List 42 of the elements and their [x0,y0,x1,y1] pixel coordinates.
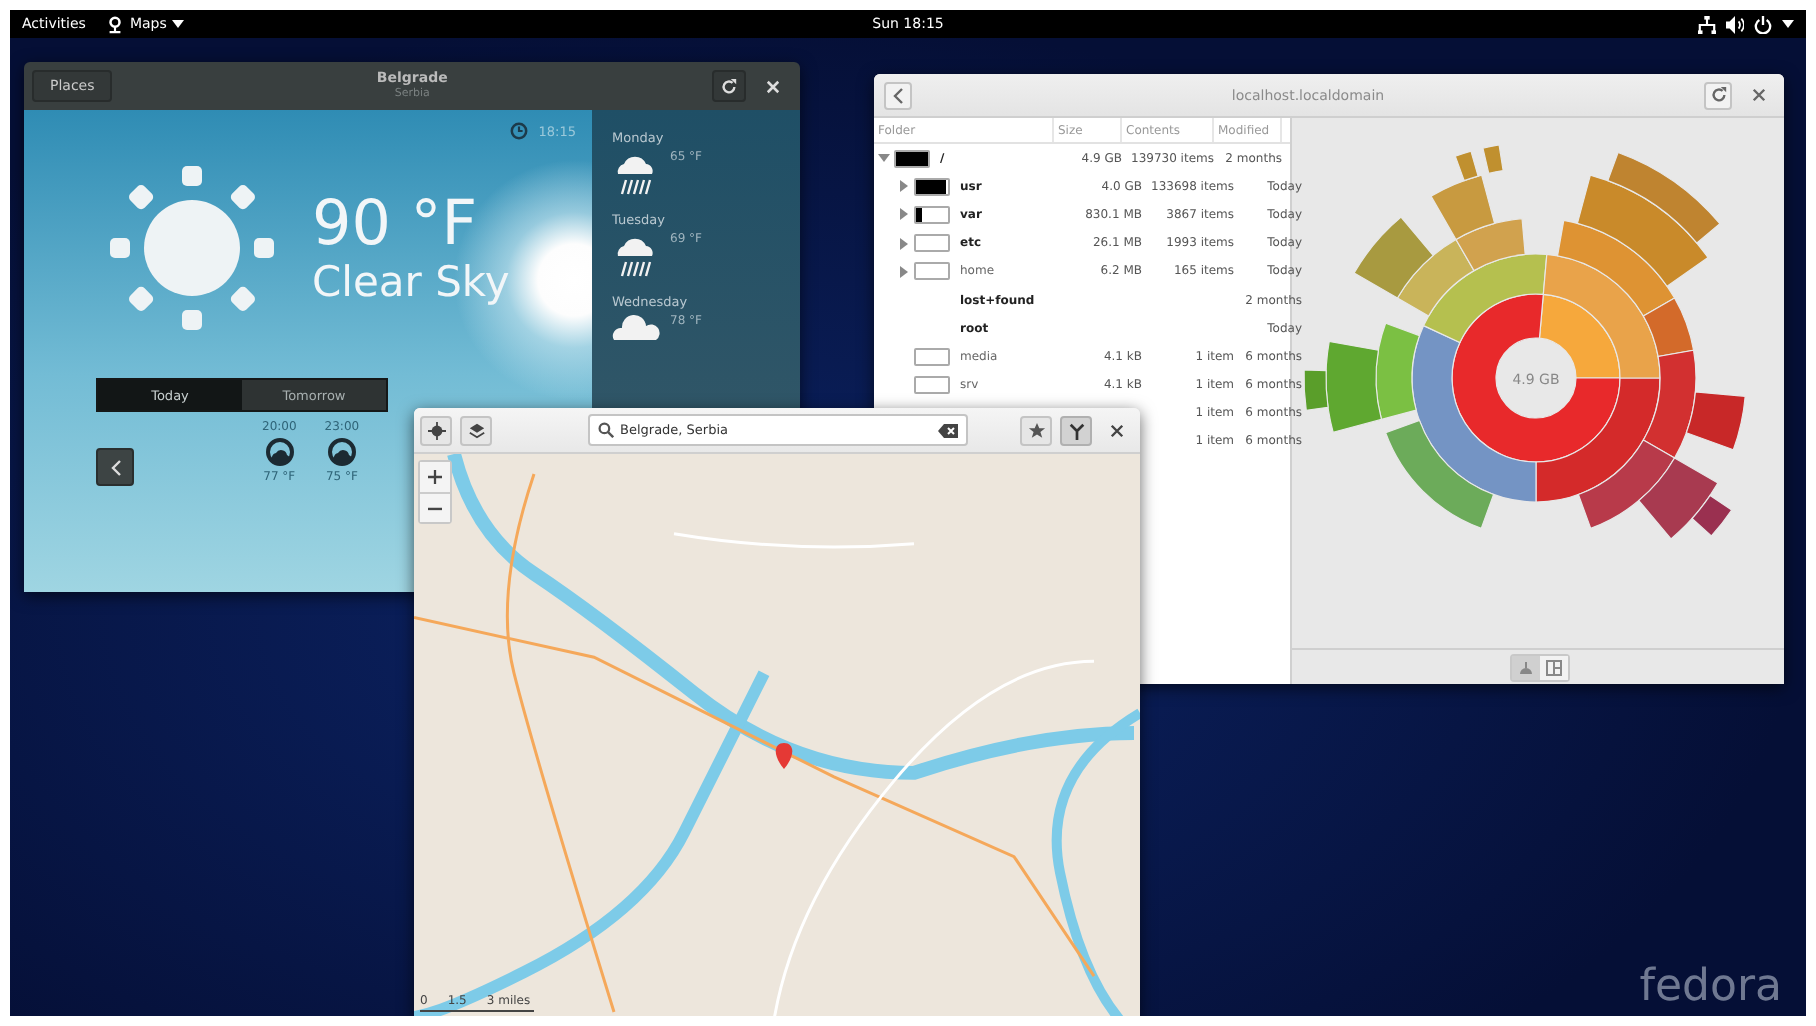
expanded-arrow-icon[interactable] [878,152,890,165]
star-icon [1027,421,1045,439]
sunburst-segment [1576,174,1709,287]
temperature: 90 °F [312,189,480,259]
night-cloud-icon [327,437,356,465]
favorite-button[interactable] [1020,415,1052,445]
collapsed-arrow-icon[interactable] [898,237,910,250]
collapsed-arrow-icon[interactable] [898,265,910,278]
network-icon[interactable] [1698,15,1716,33]
caret-icon[interactable] [1782,20,1794,28]
layers-icon [467,421,485,439]
sun-icon [108,164,276,332]
route-button[interactable] [1060,415,1092,445]
clear-icon[interactable] [938,423,958,437]
treemap-icon [1545,659,1561,675]
back-button[interactable] [96,448,134,486]
refresh-icon [1709,86,1727,104]
plus-icon [428,470,442,484]
crosshair-icon [427,421,445,439]
map-pin-icon [105,15,124,33]
sunburst-segment [1607,151,1721,244]
collapsed-arrow-icon[interactable] [898,208,910,221]
search-icon [598,422,614,438]
volume-icon[interactable] [1726,15,1744,33]
fedora-logo: fedora [1639,962,1782,1012]
collapsed-arrow-icon[interactable] [898,180,910,193]
treemap-chart-button[interactable] [1539,655,1567,679]
locate-button[interactable] [420,415,452,445]
cloud-icon [612,314,660,342]
layers-button[interactable] [460,415,492,445]
refresh-icon [720,77,738,95]
route-icon [1067,421,1085,439]
close-icon[interactable] [1110,423,1124,437]
condition: Clear Sky [312,258,510,307]
power-icon[interactable] [1754,15,1772,33]
refresh-button[interactable] [712,70,746,102]
zoom-out-button[interactable] [420,492,450,522]
clock-icon [510,122,529,140]
night-cloud-icon [265,437,294,465]
rings-icon [1517,659,1533,675]
close-icon[interactable] [1752,88,1766,102]
caret-icon [172,20,185,28]
